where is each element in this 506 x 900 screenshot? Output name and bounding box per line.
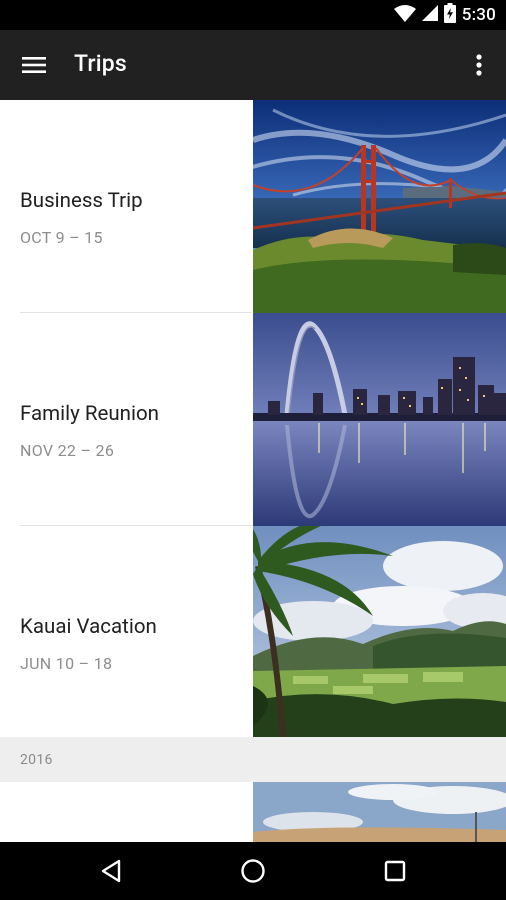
more-vert-icon: [476, 54, 482, 76]
trip-photo-kauai-valley-palm[interactable]: [253, 526, 506, 737]
page-title: Trips: [74, 50, 127, 77]
trip-dates: OCT 9 – 15: [20, 228, 103, 247]
trip-card-family-reunion[interactable]: Family Reunion NOV 22 – 26: [0, 313, 506, 526]
menu-icon: [22, 57, 46, 73]
battery-icon: [443, 3, 456, 27]
home-button[interactable]: [233, 851, 273, 891]
trip-card-business-trip[interactable]: Business Trip OCT 9 – 15: [0, 100, 506, 313]
status-time: 5:30: [461, 5, 496, 25]
trip-dates: NOV 22 – 26: [20, 441, 115, 460]
trip-name: Business Trip: [20, 189, 143, 213]
more-options-button[interactable]: [464, 46, 494, 84]
recents-button[interactable]: [375, 851, 415, 891]
recents-icon: [384, 860, 406, 882]
trip-list[interactable]: Business Trip OCT 9 – 15 Family Reunion …: [0, 100, 506, 842]
cell-signal-icon: [421, 5, 438, 25]
section-header-label: 2016: [20, 752, 53, 768]
wifi-icon: [393, 4, 416, 26]
home-icon: [241, 859, 265, 883]
trip-dates: JUN 10 – 18: [20, 654, 113, 673]
trip-photo-partial[interactable]: [253, 782, 506, 842]
trip-card-partial[interactable]: [0, 782, 506, 842]
status-bar: 5:30: [0, 0, 506, 30]
trip-text: Kauai Vacation JUN 10 – 18: [20, 526, 252, 739]
trip-photo-golden-gate-bridge[interactable]: [253, 100, 506, 313]
back-button[interactable]: [91, 851, 131, 891]
app-bar: Trips: [0, 30, 506, 100]
section-header-year: 2016: [0, 737, 506, 782]
trip-photo-st-louis-arch-skyline[interactable]: [253, 313, 506, 526]
trip-text: Family Reunion NOV 22 – 26: [20, 313, 252, 526]
trip-name: Family Reunion: [20, 402, 159, 426]
trip-text: Business Trip OCT 9 – 15: [20, 100, 252, 313]
trip-card-kauai-vacation[interactable]: Kauai Vacation JUN 10 – 18: [0, 526, 506, 737]
menu-button[interactable]: [14, 46, 54, 84]
back-icon: [101, 859, 121, 883]
trip-name: Kauai Vacation: [20, 615, 157, 639]
navigation-bar: [0, 842, 506, 900]
status-icons: 5:30: [393, 0, 496, 30]
